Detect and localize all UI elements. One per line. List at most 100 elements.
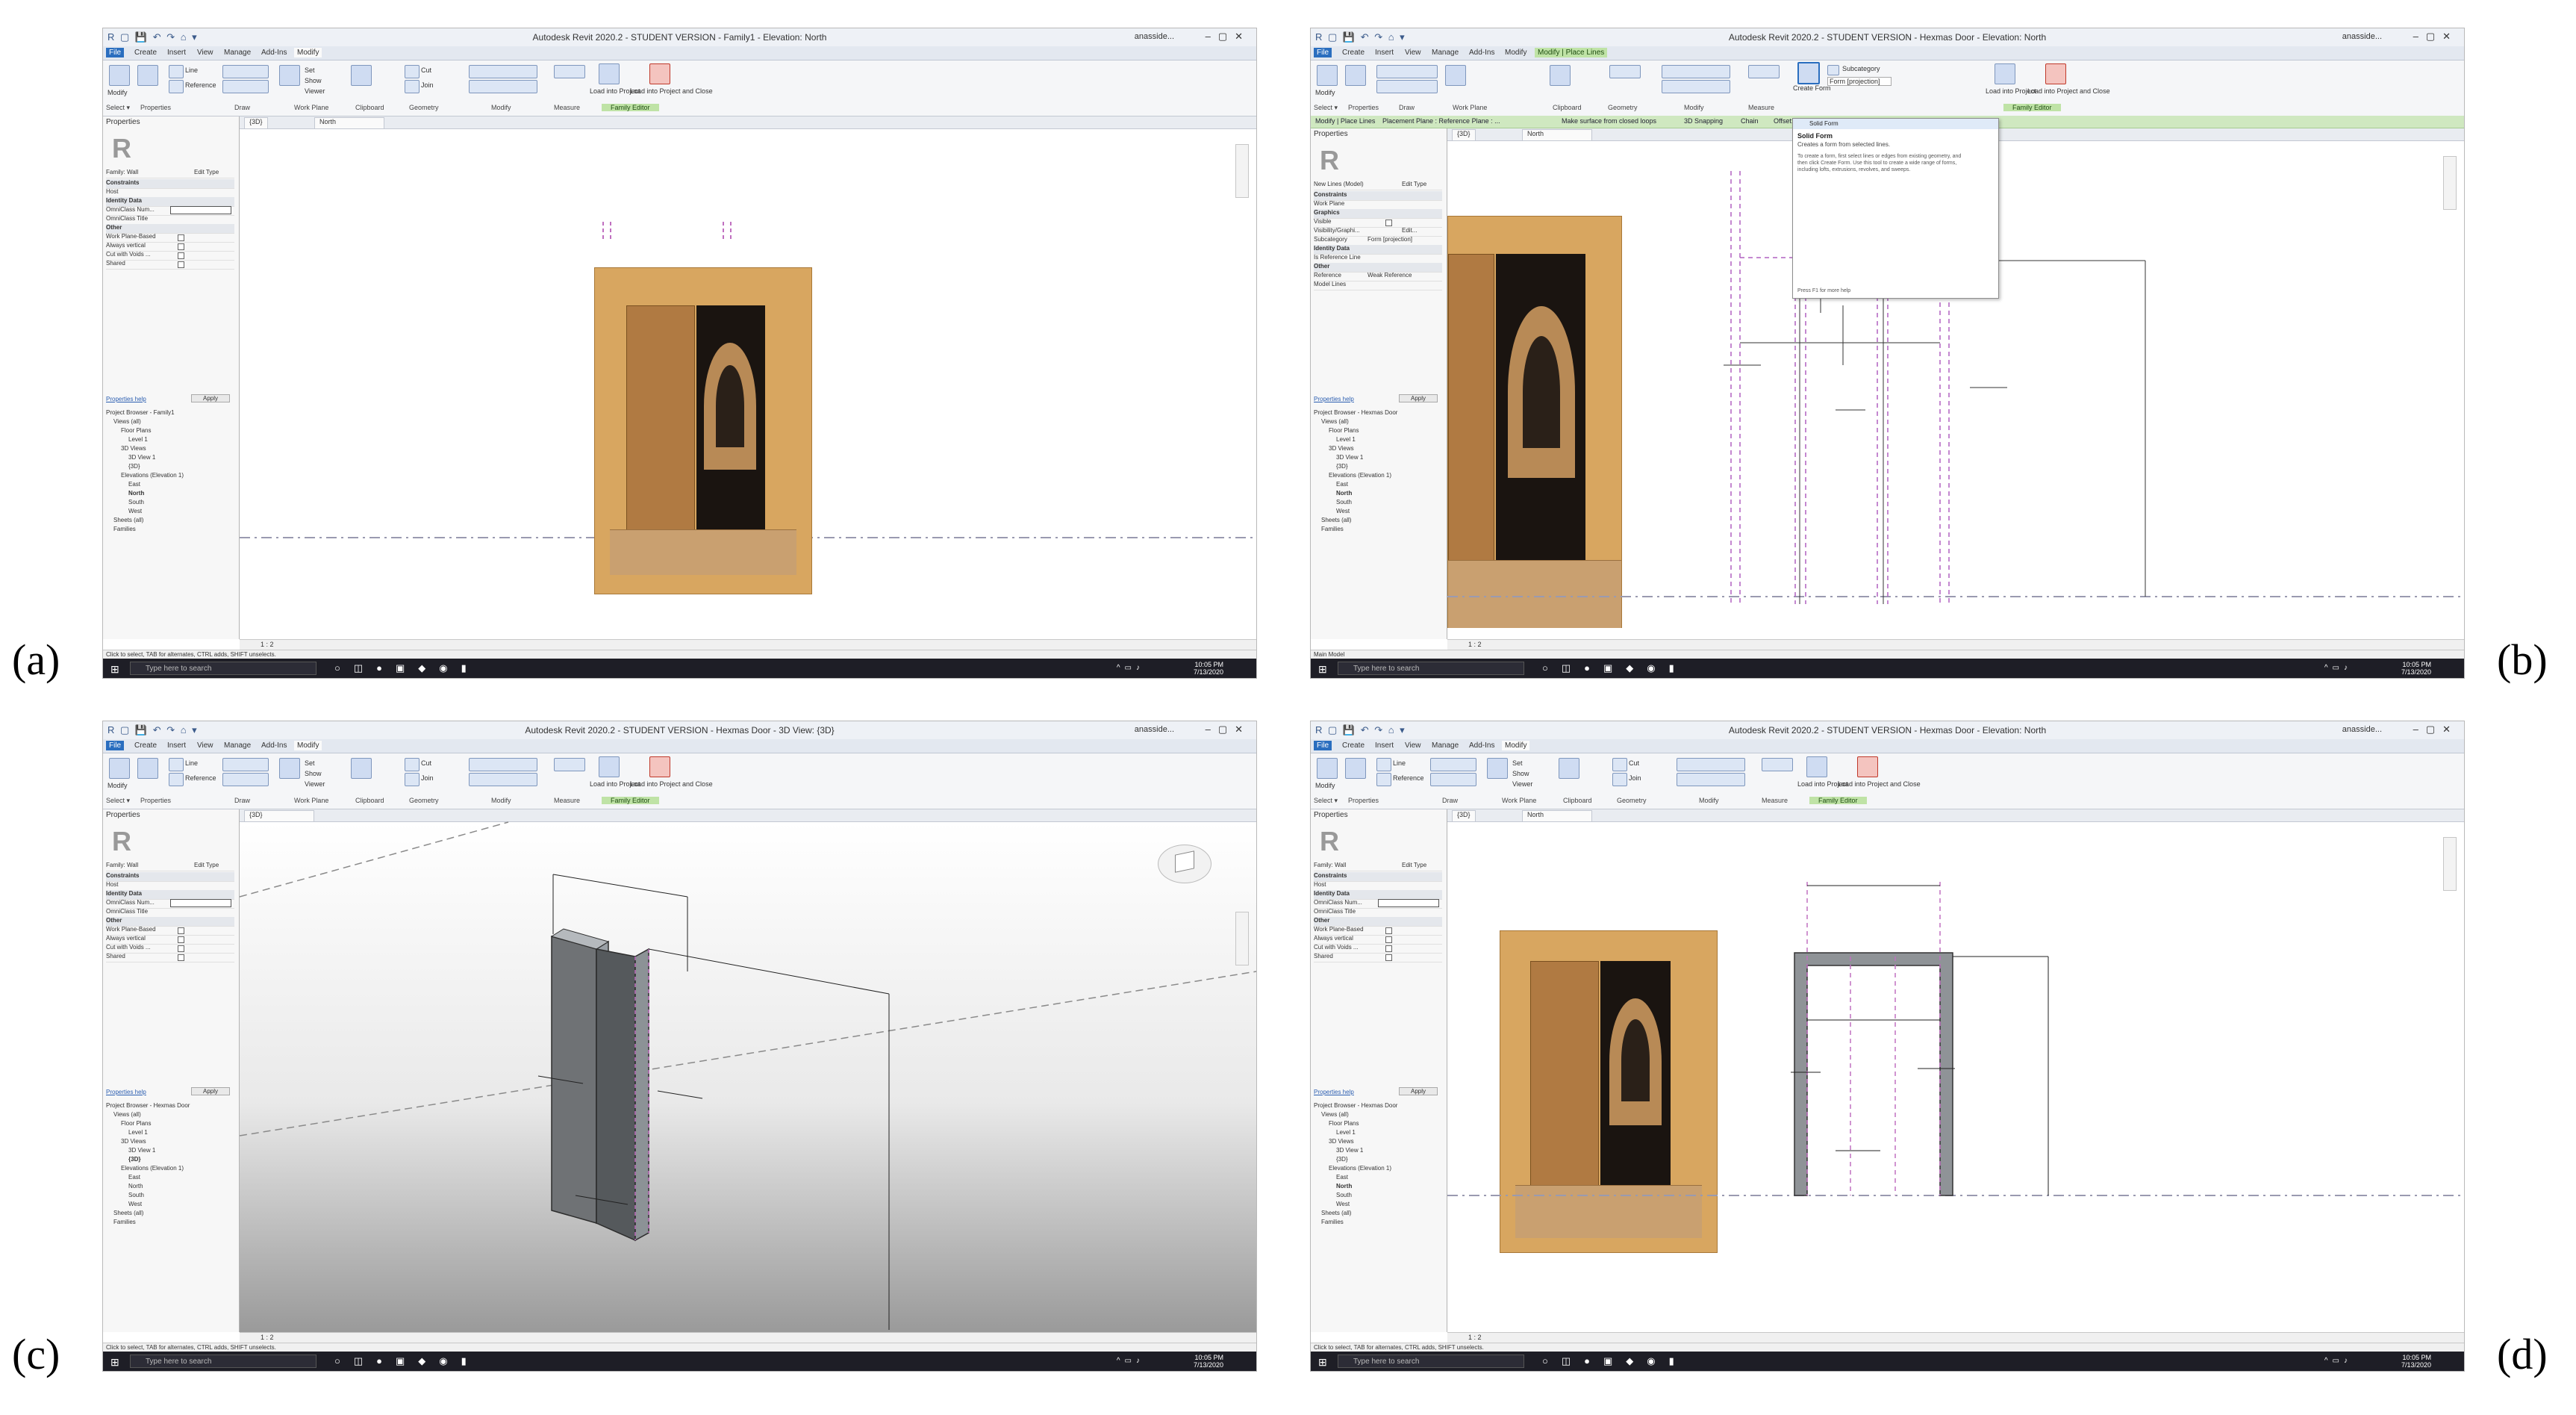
tab-modify[interactable]: Modify bbox=[294, 48, 322, 57]
always-vertical-checkbox[interactable] bbox=[178, 936, 184, 943]
group-select[interactable]: Select ▾ bbox=[106, 797, 130, 805]
draw-shapes-icon[interactable] bbox=[1430, 758, 1476, 771]
3d-snapping-checkbox[interactable]: 3D Snapping bbox=[1684, 117, 1723, 125]
modify-tool-icon[interactable] bbox=[109, 758, 130, 779]
modify-tool-icon[interactable] bbox=[1317, 758, 1338, 779]
tree-north[interactable]: North bbox=[128, 1183, 143, 1189]
tab-file[interactable]: File bbox=[1314, 741, 1332, 750]
tree-elevations[interactable]: Elevations (Elevation 1) bbox=[121, 1165, 184, 1172]
tree-elevations[interactable]: Elevations (Elevation 1) bbox=[121, 472, 184, 479]
tree-sheets[interactable]: Sheets (all) bbox=[1321, 1210, 1351, 1216]
make-surface-checkbox[interactable]: Make surface from closed loops bbox=[1562, 117, 1656, 125]
view-control-bar[interactable]: 1 : 2 bbox=[1447, 1332, 2464, 1343]
cut-icon[interactable] bbox=[405, 65, 420, 78]
tab-manage[interactable]: Manage bbox=[221, 48, 254, 57]
measure-icon[interactable] bbox=[554, 65, 585, 78]
view-scale[interactable]: 1 : 2 bbox=[1468, 1334, 1482, 1341]
modify-tools-icon[interactable] bbox=[469, 758, 537, 771]
properties-help-link[interactable]: Properties help bbox=[1314, 1089, 1354, 1095]
window-controls[interactable]: –▢✕ bbox=[1206, 724, 1250, 736]
window-controls[interactable]: –▢✕ bbox=[2413, 724, 2458, 736]
taskbar-app-icons[interactable]: ○◫●▣◆◉▮ bbox=[1542, 1355, 1688, 1367]
user-account[interactable]: anasside... bbox=[2342, 725, 2382, 734]
tab-modify[interactable]: Modify bbox=[1502, 48, 1529, 57]
system-tray-icons[interactable]: ^▭♪ bbox=[1117, 1357, 1144, 1365]
reference-icon[interactable] bbox=[169, 80, 184, 93]
tab-add-ins[interactable]: Add-Ins bbox=[1466, 48, 1497, 57]
cut-with-voids-checkbox[interactable] bbox=[178, 252, 184, 259]
drawing-canvas[interactable] bbox=[240, 129, 1256, 639]
tree-views[interactable]: Views (all) bbox=[1321, 1111, 1349, 1118]
view-scale[interactable]: 1 : 2 bbox=[261, 641, 274, 648]
cut-icon[interactable] bbox=[405, 758, 420, 771]
tree-west[interactable]: West bbox=[128, 1201, 142, 1207]
set-work-plane-icon[interactable] bbox=[279, 65, 300, 86]
drawing-canvas[interactable] bbox=[1447, 822, 2464, 1332]
tab-add-ins[interactable]: Add-Ins bbox=[258, 741, 290, 750]
tab-manage[interactable]: Manage bbox=[1429, 48, 1462, 57]
modify-tools-icon[interactable] bbox=[1662, 65, 1730, 78]
measure-icon[interactable] bbox=[554, 758, 585, 771]
tree-floor-plans[interactable]: Floor Plans bbox=[1329, 427, 1359, 434]
taskbar-search-input[interactable]: Type here to search bbox=[1338, 662, 1524, 675]
tree-3d-view-1[interactable]: 3D View 1 bbox=[1336, 1147, 1363, 1154]
modify-tools2-icon[interactable] bbox=[469, 80, 537, 93]
tab-modify[interactable]: Modify bbox=[294, 741, 322, 750]
tree-families[interactable]: Families bbox=[113, 1219, 136, 1225]
user-account[interactable]: anasside... bbox=[1135, 725, 1174, 734]
tab-file[interactable]: File bbox=[106, 48, 125, 57]
reference-icon[interactable] bbox=[1376, 773, 1391, 786]
work-plane-based-checkbox[interactable] bbox=[178, 927, 184, 934]
tree-elevations[interactable]: Elevations (Elevation 1) bbox=[1329, 1165, 1391, 1172]
tree-3d-views[interactable]: 3D Views bbox=[1329, 1138, 1354, 1145]
navigation-bar-icon[interactable] bbox=[2443, 837, 2457, 891]
cut-with-voids-checkbox[interactable] bbox=[1385, 945, 1392, 952]
draw-line-icon[interactable] bbox=[169, 65, 184, 78]
draw-shapes2-icon[interactable] bbox=[222, 773, 269, 786]
tree-west[interactable]: West bbox=[128, 508, 142, 514]
tab-file[interactable]: File bbox=[106, 741, 125, 750]
tree-north[interactable]: North bbox=[1336, 490, 1352, 497]
tab-view[interactable]: View bbox=[194, 741, 216, 750]
draw-line-icon[interactable] bbox=[1376, 758, 1391, 771]
windows-start-icon[interactable]: ⊞ bbox=[1318, 1356, 1327, 1369]
family-type-selector[interactable]: Family: Wall Edit Type bbox=[106, 169, 234, 178]
tree-west[interactable]: West bbox=[1336, 1201, 1350, 1207]
tab-add-ins[interactable]: Add-Ins bbox=[258, 48, 290, 57]
draw-shapes-icon[interactable] bbox=[222, 65, 269, 78]
join-icon[interactable] bbox=[1612, 773, 1627, 786]
draw-shapes-icon[interactable] bbox=[1376, 65, 1438, 78]
shared-checkbox[interactable] bbox=[178, 261, 184, 268]
modify-tools-icon[interactable] bbox=[469, 65, 537, 78]
viewcube-icon[interactable] bbox=[1158, 845, 1211, 883]
tree-east[interactable]: East bbox=[1336, 481, 1348, 488]
tree-3d[interactable]: {3D} bbox=[1336, 463, 1348, 470]
load-into-project-icon[interactable] bbox=[1806, 756, 1827, 777]
tab-view[interactable]: View bbox=[1402, 741, 1424, 750]
window-controls[interactable]: –▢✕ bbox=[1206, 31, 1250, 43]
view-tab-3d[interactable]: {3D} bbox=[244, 810, 314, 821]
subcategory-icon[interactable] bbox=[1827, 65, 1839, 75]
join-icon[interactable] bbox=[405, 773, 420, 786]
tree-3d-view-1[interactable]: 3D View 1 bbox=[1336, 454, 1363, 461]
modify-tools-icon[interactable] bbox=[1677, 758, 1745, 771]
taskbar-search-input[interactable]: Type here to search bbox=[130, 1355, 316, 1368]
modify-tools2-icon[interactable] bbox=[1662, 80, 1730, 93]
windows-start-icon[interactable]: ⊞ bbox=[1318, 663, 1327, 676]
tree-floor-plans[interactable]: Floor Plans bbox=[121, 427, 151, 434]
tab-create[interactable]: Create bbox=[131, 741, 160, 750]
modify-tools2-icon[interactable] bbox=[1677, 773, 1745, 786]
apply-button[interactable]: Apply bbox=[191, 1087, 230, 1095]
properties-help-link[interactable]: Properties help bbox=[106, 1089, 146, 1095]
edit-type-button[interactable]: Edit Type bbox=[1402, 862, 1426, 868]
taskbar-app-icons[interactable]: ○◫●▣◆◉▮ bbox=[334, 662, 480, 674]
modify-tools2-icon[interactable] bbox=[469, 773, 537, 786]
apply-button[interactable]: Apply bbox=[191, 394, 230, 402]
tab-insert[interactable]: Insert bbox=[164, 741, 189, 750]
cut-icon[interactable] bbox=[1612, 758, 1627, 771]
tree-families[interactable]: Families bbox=[113, 526, 136, 532]
work-plane-based-checkbox[interactable] bbox=[178, 234, 184, 241]
load-and-close-icon[interactable] bbox=[2045, 63, 2066, 84]
user-account[interactable]: anasside... bbox=[1135, 32, 1174, 41]
apply-button[interactable]: Apply bbox=[1399, 1087, 1438, 1095]
